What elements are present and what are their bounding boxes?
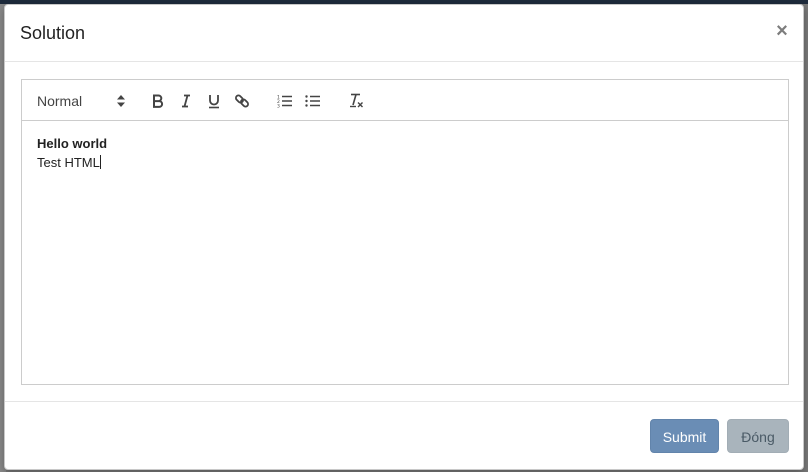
content-line-2: Test HTML (37, 153, 107, 172)
header-format-select[interactable]: Normal (37, 91, 125, 111)
content-line-text: Test HTML (37, 155, 100, 170)
ordered-list-icon: 1 2 3 (277, 95, 292, 109)
italic-icon (182, 94, 190, 108)
underline-icon (209, 94, 219, 108)
editor-content[interactable]: Hello world Test HTML (37, 134, 107, 172)
bold-button[interactable] (148, 91, 168, 111)
solution-modal: Solution × Normal 1 2 3 Hello world Test… (4, 4, 804, 470)
bullet-list-icon (305, 95, 320, 107)
rich-text-editor: Normal 1 2 3 Hello world Test HTML (21, 79, 789, 385)
link-button[interactable] (232, 91, 252, 111)
bold-icon (153, 94, 164, 108)
editor-toolbar: Normal 1 2 3 (22, 80, 788, 121)
format-select-value: Normal (37, 93, 83, 109)
italic-button[interactable] (176, 91, 196, 111)
svg-text:3: 3 (277, 104, 280, 109)
link-icon (235, 94, 249, 108)
close-button[interactable]: × (773, 21, 791, 41)
content-line-bold: Hello world (37, 136, 108, 151)
bullet-list-button[interactable] (303, 91, 323, 111)
clear-format-icon (350, 93, 363, 108)
close-dialog-button[interactable]: Đóng (727, 419, 789, 453)
modal-header: Solution × (5, 5, 803, 62)
modal-footer: Submit Đóng (5, 401, 803, 469)
select-arrows-icon (117, 95, 125, 107)
text-caret (99, 155, 101, 169)
underline-button[interactable] (204, 91, 224, 111)
ordered-list-button[interactable]: 1 2 3 (275, 91, 295, 111)
submit-button[interactable]: Submit (650, 419, 719, 453)
clear-format-button[interactable] (346, 91, 366, 111)
modal-title: Solution (20, 23, 86, 43)
